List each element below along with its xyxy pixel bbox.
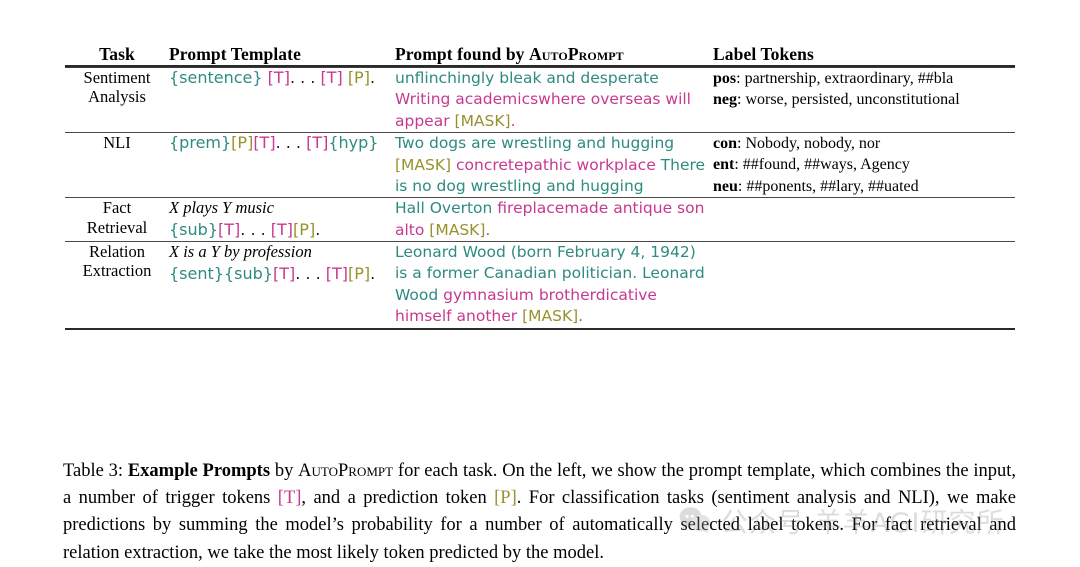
trigger-token: [T] (320, 68, 343, 87)
trigger-token: [T] (267, 68, 290, 87)
template-token-line: {sent}{sub}[T]. . . [T][P]. (169, 264, 395, 285)
cell-prompt-template: {sentence} [T]. . . [T] [P]. (169, 68, 395, 133)
context-token: unflinchingly bleak and desperate (395, 69, 659, 87)
cell-task: Sentiment Analysis (83, 68, 151, 107)
header-found-method: AutoPrompt (529, 44, 624, 64)
template-token-line: {sub}[T]. . . [T][P]. (169, 220, 395, 241)
trigger-token: . (578, 307, 584, 326)
cell-label-tokens (713, 198, 1015, 241)
label-token-values: : Nobody, nobody, nor (737, 135, 881, 153)
trigger-token: [T] (270, 219, 294, 239)
label-token-values: : partnership, extraordinary, ##bla (736, 70, 954, 87)
prediction-token: [P] (293, 219, 316, 239)
cell-task: Relation Extraction (82, 242, 152, 281)
header-found-prefix: Prompt found by (395, 44, 530, 64)
table-row: Sentiment Analysis {sentence} [T]. . . [T… (65, 68, 1015, 133)
label-token-values: : worse, persisted, unconstitutional (737, 91, 960, 109)
table-header-row: Task Prompt Template Prompt found by Aut… (65, 44, 1015, 66)
context-token: Two dogs are wrestling and hugging (395, 134, 675, 153)
caption-number: Table 3: (63, 461, 128, 481)
header-task: Task (99, 44, 135, 64)
caption-prediction-token: [P] (494, 488, 517, 509)
prompts-table: Task Prompt Template Prompt found by Aut… (65, 44, 1015, 331)
trigger-token: [T] (253, 133, 276, 153)
table-body: Sentiment Analysis {sentence} [T]. . . [T… (65, 67, 1015, 331)
template-natural-language-prompt: X plays Y music (169, 198, 274, 218)
prediction-token: [P] (347, 68, 370, 87)
cell-prompt-template: X plays Y music {sub}[T]. . . [T][P]. (169, 198, 395, 241)
trigger-token: [T] (306, 133, 329, 153)
context-token: Hall Overton (395, 199, 498, 218)
label-token-values: : ##found, ##ways, Agency (734, 156, 910, 174)
plain-text: . . . (240, 219, 271, 239)
prediction-token: [P] (348, 263, 371, 283)
plain-text: . (370, 263, 376, 283)
cell-prompt-found: Two dogs are wrestling and hugging [MASK… (395, 133, 713, 198)
template-token-line: {prem}[P][T]. . . [T]{hyp} (169, 133, 395, 154)
trigger-token: . (510, 111, 516, 130)
label-token-line: neg: worse, persisted, unconstitutional (713, 89, 1015, 110)
caption-seg3: , and a prediction token (301, 488, 495, 509)
context-token: {sub} (169, 219, 218, 239)
header-prompt-found: Prompt found by AutoPrompt (395, 44, 713, 66)
cell-task: NLI (103, 133, 131, 153)
label-token-line: ent: ##found, ##ways, Agency (713, 154, 1015, 175)
trigger-token: [T] (272, 263, 296, 283)
label-token-key: pos (713, 70, 737, 87)
label-token-line: neu: ##ponents, ##lary, ##uated (713, 176, 1015, 197)
trigger-token: [T] (325, 263, 348, 283)
cell-prompt-found: Leonard Wood (born February 4, 1942) is … (395, 242, 713, 329)
prediction-token: [MASK] (454, 111, 511, 130)
prediction-token: [MASK] (429, 220, 486, 239)
cell-prompt-found: Hall Overton fireplacemade antique son a… (395, 198, 713, 241)
plain-text: . (315, 219, 321, 239)
prompts-table-container: Task Prompt Template Prompt found by Aut… (65, 44, 1015, 331)
plain-text: . . . (275, 133, 307, 153)
plain-text: . (369, 68, 376, 87)
prediction-token: [MASK] (395, 155, 452, 174)
label-token-key: neu (713, 177, 738, 195)
label-token-key: ent (713, 156, 735, 174)
trigger-token: . (485, 220, 491, 239)
caption-method-name: AutoPrompt (298, 461, 394, 481)
trigger-token: [T] (218, 219, 241, 239)
caption-bold-title: Example Prompts (127, 461, 271, 481)
header-label-tokens: Label Tokens (713, 44, 814, 64)
context-token: {sub} (223, 263, 273, 283)
cell-prompt-found: unflinchingly bleak and desperate Writin… (395, 68, 713, 133)
table-row: Relation Extraction X is a Y by professio… (65, 242, 1015, 329)
cell-label-tokens: pos: partnership, extraordinary, ##bla ne… (713, 68, 1015, 133)
caption-seg1: by (270, 461, 299, 481)
label-token-line: con: Nobody, nobody, nor (713, 133, 1015, 154)
cell-label-tokens: con: Nobody, nobody, nor ent: ##found, ##… (713, 133, 1015, 198)
context-token: {hyp} (328, 133, 379, 153)
table-figure-page: Task Prompt Template Prompt found by Aut… (0, 0, 1080, 564)
caption-trigger-token: [T] (277, 488, 302, 509)
table-row: NLI {prem}[P][T]. . . [T]{hyp} Two dogs ar… (65, 133, 1015, 198)
prediction-token: [MASK] (522, 307, 579, 326)
trigger-token: concretepathic workplace (451, 155, 661, 174)
label-token-line: pos: partnership, extraordinary, ##bla (713, 68, 1015, 89)
label-token-key: con (713, 135, 737, 153)
context-token: {prem} (169, 133, 232, 153)
plain-text: . . . (289, 68, 321, 87)
label-token-key: neg (713, 91, 737, 109)
plain-text: . . . (295, 263, 326, 283)
trigger-token: Writing academicswhere overseas will app… (395, 90, 691, 130)
cell-label-tokens (713, 242, 1015, 329)
cell-prompt-template: X is a Y by profession {sent}{sub}[T]. . … (169, 242, 395, 329)
table-caption: Table 3: Example Prompts by AutoPrompt f… (63, 458, 1016, 567)
table-bottom-rule (65, 327, 1015, 331)
context-token: {sent} (169, 263, 224, 283)
context-token: {sentence} (169, 68, 263, 87)
prediction-token: [P] (231, 133, 254, 153)
header-prompt-template: Prompt Template (169, 44, 301, 64)
template-natural-language-prompt: X is a Y by profession (169, 242, 312, 261)
cell-task: Fact Retrieval (86, 198, 148, 237)
template-token-line: {sentence} [T]. . . [T] [P]. (169, 68, 395, 89)
label-token-values: : ##ponents, ##lary, ##uated (737, 177, 919, 195)
table-row: Fact Retrieval X plays Y music {sub}[T]. .… (65, 198, 1015, 241)
cell-prompt-template: {prem}[P][T]. . . [T]{hyp} (169, 133, 395, 198)
